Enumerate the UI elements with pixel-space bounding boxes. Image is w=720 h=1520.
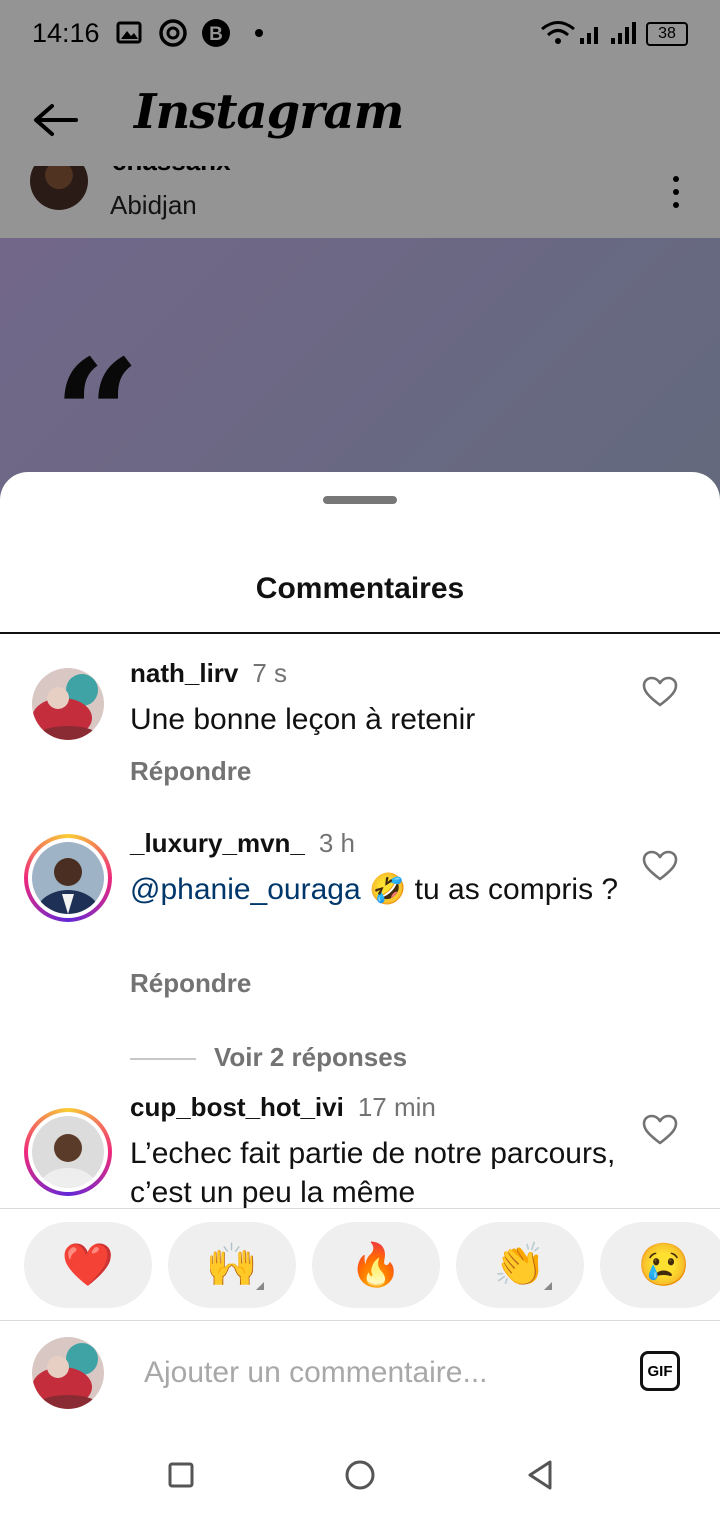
red-heart-icon: ❤️ — [61, 1240, 115, 1288]
comment-time: 17 min — [357, 1092, 436, 1122]
comment-text: Une bonne leçon à retenir — [130, 703, 476, 736]
like-heart-icon[interactable] — [642, 850, 678, 882]
avatar-photo — [32, 1116, 104, 1188]
comments-list[interactable]: nath_lirv 7 s Une bonne leçon à retenir R… — [0, 634, 720, 1208]
reply-button[interactable]: Répondre — [130, 968, 251, 999]
skin-tone-indicator — [256, 1282, 264, 1290]
fire-icon: 🔥 — [349, 1240, 403, 1288]
raised-hands-icon: 🙌 — [205, 1240, 259, 1288]
mention-link[interactable]: @phanie_ouraga — [130, 873, 361, 906]
comment-text: @phanie_ouraga 🤣 tu as compris ? — [130, 873, 619, 906]
sheet-title: Commentaires — [255, 572, 465, 605]
drag-handle[interactable] — [323, 496, 397, 504]
reply-button[interactable]: Répondre — [130, 756, 251, 787]
reactions-divider — [0, 1208, 720, 1209]
avatar[interactable] — [32, 668, 104, 740]
avatar-photo — [32, 1337, 104, 1409]
comment-username[interactable]: nath_lirv 7 s — [130, 658, 287, 689]
crying-face-icon: 😢 — [637, 1240, 691, 1288]
reaction-clapping-button[interactable]: 👏 — [456, 1222, 584, 1308]
like-heart-icon[interactable] — [642, 676, 678, 708]
reaction-heart-button[interactable]: ❤️ — [24, 1222, 152, 1308]
avatar-story-ring[interactable] — [24, 1108, 112, 1196]
comment-composer: GIF — [0, 1321, 720, 1425]
comment-text: L’echec fait partie de notre parcours, c… — [130, 1137, 616, 1208]
avatar-photo — [32, 668, 104, 740]
comments-sheet: Commentaires nath_lirv 7 s Une bonne leço… — [0, 472, 720, 1520]
avatar-photo — [32, 842, 104, 914]
quick-reactions-bar: ❤️ 🙌 🔥 👏 😢 — [24, 1222, 720, 1308]
system-nav-bar — [0, 1440, 720, 1520]
skin-tone-indicator — [544, 1282, 552, 1290]
avatar — [32, 842, 104, 914]
emoji: 🤣 — [368, 873, 407, 906]
back-triangle-icon[interactable] — [524, 1458, 556, 1492]
comment-time: 7 s — [252, 658, 288, 688]
view-replies-label: Voir 2 réponses — [214, 1042, 408, 1072]
recents-square-icon[interactable] — [166, 1460, 196, 1490]
reaction-crying-button[interactable]: 😢 — [600, 1222, 720, 1308]
reaction-fire-button[interactable]: 🔥 — [312, 1222, 440, 1308]
replies-line — [130, 1058, 196, 1060]
avatar-story-ring[interactable] — [24, 834, 112, 922]
avatar — [32, 1116, 104, 1188]
home-circle-icon[interactable] — [343, 1458, 377, 1492]
comment-time: 3 h — [318, 828, 356, 858]
clapping-hands-icon: 👏 — [493, 1240, 547, 1288]
reaction-raised-hands-button[interactable]: 🙌 — [168, 1222, 296, 1308]
comment-username[interactable]: cup_bost_hot_ivi 17 min — [130, 1092, 436, 1123]
like-heart-icon[interactable] — [642, 1114, 678, 1146]
comment-username[interactable]: _luxury_mvn_ 3 h — [130, 828, 355, 859]
comment-input[interactable] — [130, 1349, 628, 1397]
current-user-avatar — [32, 1337, 104, 1409]
gif-button[interactable]: GIF — [640, 1351, 680, 1391]
